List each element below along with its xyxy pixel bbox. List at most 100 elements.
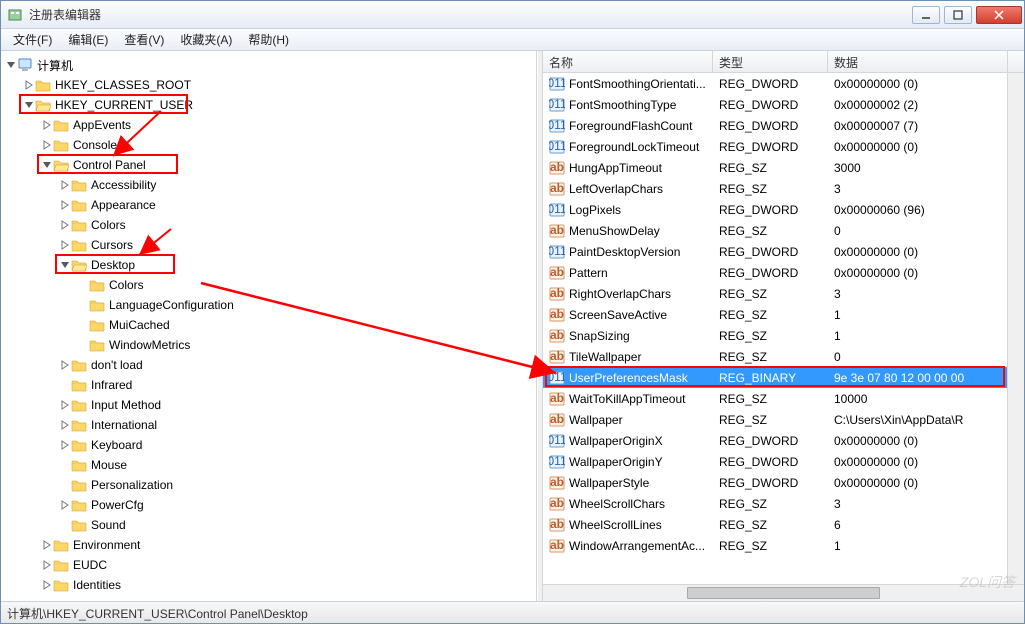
tree-item[interactable]: Infrared: [5, 375, 536, 395]
value-row[interactable]: ForegroundLockTimeoutREG_DWORD0x00000000…: [543, 136, 1007, 157]
value-row[interactable]: HungAppTimeoutREG_SZ3000: [543, 157, 1007, 178]
minimize-button[interactable]: [912, 6, 940, 24]
tree-item[interactable]: Control Panel: [5, 155, 536, 175]
tree-item[interactable]: Input Method: [5, 395, 536, 415]
value-type: REG_SZ: [713, 308, 828, 322]
tree-item[interactable]: Accessibility: [5, 175, 536, 195]
column-type[interactable]: 类型: [713, 51, 828, 72]
menu-help[interactable]: 帮助(H): [240, 29, 297, 50]
menu-view[interactable]: 查看(V): [116, 29, 172, 50]
expander-icon[interactable]: [59, 219, 71, 231]
tree-item[interactable]: Appearance: [5, 195, 536, 215]
value-row[interactable]: WallpaperOriginXREG_DWORD0x00000000 (0): [543, 430, 1007, 451]
tree-root[interactable]: 计算机: [5, 55, 536, 75]
tree-item[interactable]: LanguageConfiguration: [5, 295, 536, 315]
expander-icon[interactable]: [59, 259, 71, 271]
menu-edit[interactable]: 编辑(E): [60, 29, 116, 50]
expander-icon[interactable]: [59, 419, 71, 431]
expander-icon[interactable]: [59, 399, 71, 411]
menu-file[interactable]: 文件(F): [5, 29, 60, 50]
expander-icon[interactable]: [59, 179, 71, 191]
expander-icon[interactable]: [23, 79, 35, 91]
tree-item[interactable]: HKEY_CLASSES_ROOT: [5, 75, 536, 95]
expander-icon[interactable]: [59, 499, 71, 511]
value-name: HungAppTimeout: [569, 161, 662, 175]
value-type: REG_DWORD: [713, 455, 828, 469]
expander-icon[interactable]: [59, 239, 71, 251]
value-data: 0: [828, 224, 1007, 238]
tree-item[interactable]: Colors: [5, 275, 536, 295]
value-row[interactable]: ScreenSaveActiveREG_SZ1: [543, 304, 1007, 325]
expander-icon[interactable]: [41, 159, 53, 171]
tree-item[interactable]: MuiCached: [5, 315, 536, 335]
maximize-button[interactable]: [944, 6, 972, 24]
expander-icon[interactable]: [59, 359, 71, 371]
tree-label: Identities: [73, 578, 121, 592]
tree-item[interactable]: don't load: [5, 355, 536, 375]
value-row[interactable]: WallpaperStyleREG_DWORD0x00000000 (0): [543, 472, 1007, 493]
vertical-scrollbar[interactable]: [1007, 73, 1024, 584]
tree-item[interactable]: Personalization: [5, 475, 536, 495]
tree-item[interactable]: WindowMetrics: [5, 335, 536, 355]
value-row[interactable]: RightOverlapCharsREG_SZ3: [543, 283, 1007, 304]
binary-value-icon: [549, 433, 565, 449]
value-data: 0: [828, 350, 1007, 364]
registry-tree[interactable]: 计算机HKEY_CLASSES_ROOTHKEY_CURRENT_USERApp…: [1, 51, 536, 599]
value-row[interactable]: WheelScrollLinesREG_SZ6: [543, 514, 1007, 535]
tree-item[interactable]: Environment: [5, 535, 536, 555]
value-type: REG_BINARY: [713, 371, 828, 385]
tree-item[interactable]: EUDC: [5, 555, 536, 575]
value-row[interactable]: SnapSizingREG_SZ1: [543, 325, 1007, 346]
tree-item[interactable]: PowerCfg: [5, 495, 536, 515]
tree-item[interactable]: Desktop: [5, 255, 536, 275]
value-name: ForegroundLockTimeout: [569, 140, 699, 154]
tree-item[interactable]: Console: [5, 135, 536, 155]
expander-icon[interactable]: [41, 559, 53, 571]
value-row[interactable]: FontSmoothingOrientati...REG_DWORD0x0000…: [543, 73, 1007, 94]
column-name[interactable]: 名称: [543, 51, 713, 72]
tree-item[interactable]: Sound: [5, 515, 536, 535]
value-row[interactable]: WheelScrollCharsREG_SZ3: [543, 493, 1007, 514]
values-list[interactable]: FontSmoothingOrientati...REG_DWORD0x0000…: [543, 73, 1007, 584]
value-type: REG_DWORD: [713, 77, 828, 91]
tree-item[interactable]: AppEvents: [5, 115, 536, 135]
scrollbar-thumb[interactable]: [687, 587, 879, 599]
expander-icon[interactable]: [5, 59, 17, 71]
tree-item[interactable]: Keyboard: [5, 435, 536, 455]
value-row[interactable]: WallpaperREG_SZC:\Users\Xin\AppData\R: [543, 409, 1007, 430]
value-row[interactable]: ForegroundFlashCountREG_DWORD0x00000007 …: [543, 115, 1007, 136]
value-row[interactable]: MenuShowDelayREG_SZ0: [543, 220, 1007, 241]
value-row[interactable]: TileWallpaperREG_SZ0: [543, 346, 1007, 367]
tree-item[interactable]: International: [5, 415, 536, 435]
expander-icon[interactable]: [59, 439, 71, 451]
expander-icon[interactable]: [59, 199, 71, 211]
tree-item[interactable]: Mouse: [5, 455, 536, 475]
value-row[interactable]: LeftOverlapCharsREG_SZ3: [543, 178, 1007, 199]
menu-favorites[interactable]: 收藏夹(A): [172, 29, 240, 50]
value-row[interactable]: FontSmoothingTypeREG_DWORD0x00000002 (2): [543, 94, 1007, 115]
column-data[interactable]: 数据: [828, 51, 1008, 72]
expander-icon[interactable]: [41, 119, 53, 131]
menu-bar: 文件(F) 编辑(E) 查看(V) 收藏夹(A) 帮助(H): [1, 29, 1024, 51]
expander-icon[interactable]: [41, 579, 53, 591]
tree-pane[interactable]: 计算机HKEY_CLASSES_ROOTHKEY_CURRENT_USERApp…: [1, 51, 537, 601]
tree-item[interactable]: Cursors: [5, 235, 536, 255]
value-row[interactable]: WaitToKillAppTimeoutREG_SZ10000: [543, 388, 1007, 409]
value-data: 0x00000000 (0): [828, 140, 1007, 154]
tree-item[interactable]: HKEY_CURRENT_USER: [5, 95, 536, 115]
value-row[interactable]: LogPixelsREG_DWORD0x00000060 (96): [543, 199, 1007, 220]
expander-icon[interactable]: [23, 99, 35, 111]
string-value-icon: [549, 286, 565, 302]
tree-item[interactable]: Identities: [5, 575, 536, 595]
value-row[interactable]: UserPreferencesMaskREG_BINARY9e 3e 07 80…: [543, 367, 1007, 388]
horizontal-scrollbar[interactable]: [543, 584, 1024, 601]
value-data: 0x00000060 (96): [828, 203, 1007, 217]
value-row[interactable]: PaintDesktopVersionREG_DWORD0x00000000 (…: [543, 241, 1007, 262]
expander-icon[interactable]: [41, 139, 53, 151]
value-row[interactable]: WindowArrangementAc...REG_SZ1: [543, 535, 1007, 556]
value-row[interactable]: WallpaperOriginYREG_DWORD0x00000000 (0): [543, 451, 1007, 472]
value-row[interactable]: PatternREG_DWORD0x00000000 (0): [543, 262, 1007, 283]
close-button[interactable]: [976, 6, 1022, 24]
tree-item[interactable]: Colors: [5, 215, 536, 235]
expander-icon[interactable]: [41, 539, 53, 551]
